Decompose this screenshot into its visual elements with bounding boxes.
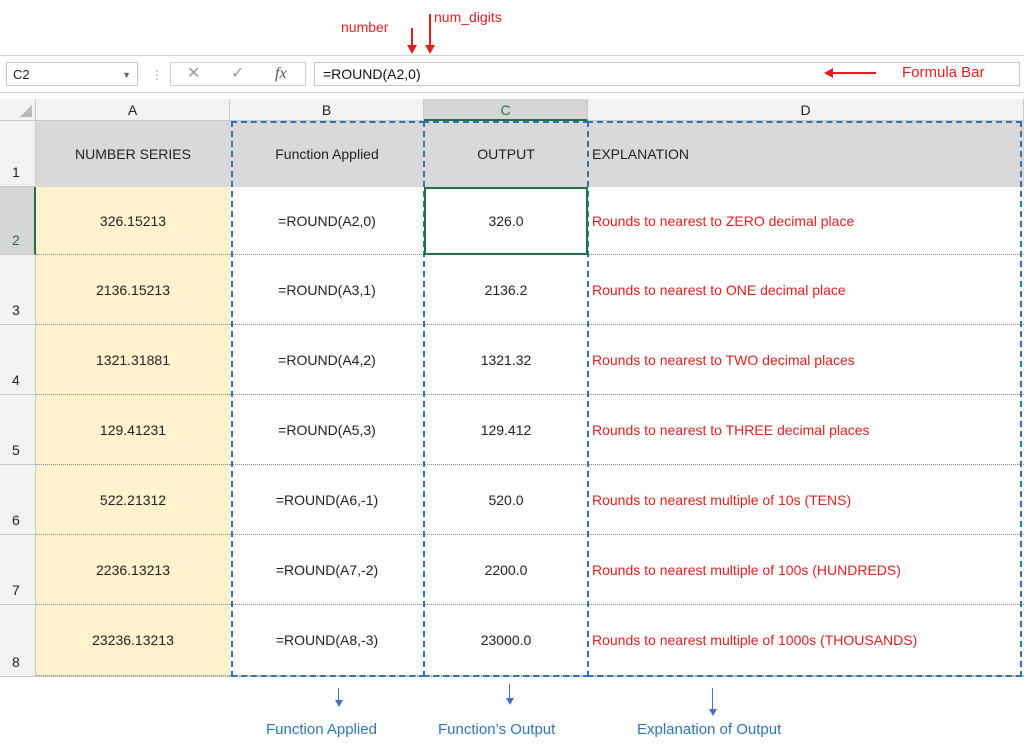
formula-bar-row: C2 ▼ ⋮ ✕ ✓ fx =ROUND(A2,0) Formula Bar bbox=[0, 55, 1024, 93]
function-applied-arrow-head bbox=[335, 700, 343, 707]
cell-d7[interactable]: Rounds to nearest multiple of 100s (HUND… bbox=[588, 535, 1024, 605]
num-digits-annotation: num_digits bbox=[434, 9, 502, 25]
cell-b7[interactable]: =ROUND(A7,-2) bbox=[230, 535, 424, 605]
cell-c6[interactable]: 520.0 bbox=[424, 465, 588, 535]
cell-c4[interactable]: 1321.32 bbox=[424, 325, 588, 395]
function-applied-annotation: Function Applied bbox=[266, 721, 377, 738]
header-function-applied[interactable]: Function Applied bbox=[230, 121, 424, 187]
functions-output-annotation: Function’s Output bbox=[438, 721, 556, 738]
cell-b5[interactable]: =ROUND(A5,3) bbox=[230, 395, 424, 465]
cell-a2[interactable]: 326.15213 bbox=[36, 187, 230, 255]
cell-a4[interactable]: 1321.31881 bbox=[36, 325, 230, 395]
cell-d6[interactable]: Rounds to nearest multiple of 10s (TENS) bbox=[588, 465, 1024, 535]
row-header-2[interactable]: 2 bbox=[0, 187, 36, 255]
header-explanation[interactable]: EXPLANATION bbox=[588, 121, 1024, 187]
formula-bar-buttons: ✕ ✓ fx bbox=[170, 62, 306, 86]
functions-output-arrow-line bbox=[509, 684, 510, 699]
enter-icon[interactable]: ✓ bbox=[231, 63, 244, 85]
cell-a6[interactable]: 522.21312 bbox=[36, 465, 230, 535]
row-header-7[interactable]: 7 bbox=[0, 535, 36, 605]
cell-b6[interactable]: =ROUND(A6,-1) bbox=[230, 465, 424, 535]
header-number-series[interactable]: NUMBER SERIES bbox=[36, 121, 230, 187]
name-box-dropdown-icon[interactable]: ▼ bbox=[122, 63, 131, 87]
cell-d4[interactable]: Rounds to nearest to TWO decimal places bbox=[588, 325, 1024, 395]
insert-function-icon[interactable]: fx bbox=[275, 63, 287, 85]
cell-a3[interactable]: 2136.15213 bbox=[36, 255, 230, 325]
explanation-of-output-annotation: Explanation of Output bbox=[637, 721, 782, 738]
number-arrow-head bbox=[407, 45, 417, 54]
cell-b3[interactable]: =ROUND(A3,1) bbox=[230, 255, 424, 325]
grid-bottom-border bbox=[36, 676, 1024, 677]
functions-output-arrow-head bbox=[506, 698, 514, 705]
name-box-value: C2 bbox=[13, 67, 30, 82]
number-arrow-line bbox=[411, 28, 413, 46]
cell-a8[interactable]: 23236.13213 bbox=[36, 605, 230, 676]
row-header-8[interactable]: 8 bbox=[0, 605, 36, 677]
row-header-5[interactable]: 5 bbox=[0, 395, 36, 465]
cell-c2[interactable]: 326.0 bbox=[424, 187, 588, 255]
row-header-1[interactable]: 1 bbox=[0, 121, 36, 187]
formula-bar-arrow-head bbox=[824, 68, 833, 78]
cell-c7[interactable]: 2200.0 bbox=[424, 535, 588, 605]
cell-a5[interactable]: 129.41231 bbox=[36, 395, 230, 465]
cell-c8[interactable]: 23000.0 bbox=[424, 605, 588, 676]
explanation-arrow-line bbox=[712, 688, 713, 710]
explanation-arrow-head bbox=[709, 709, 717, 716]
num-digits-arrow-head bbox=[425, 45, 435, 54]
cell-b8[interactable]: =ROUND(A8,-3) bbox=[230, 605, 424, 676]
number-annotation: number bbox=[341, 19, 389, 35]
cell-d3[interactable]: Rounds to nearest to ONE decimal place bbox=[588, 255, 1024, 325]
num-digits-arrow-line bbox=[429, 14, 431, 46]
cancel-icon[interactable]: ✕ bbox=[187, 63, 200, 85]
column-header-b[interactable]: B bbox=[230, 99, 424, 121]
cell-d5[interactable]: Rounds to nearest to THREE decimal place… bbox=[588, 395, 1024, 465]
name-box[interactable]: C2 ▼ bbox=[6, 62, 138, 86]
formula-bar-grip-icon: ⋮ bbox=[151, 68, 163, 82]
formula-bar-arrow-line bbox=[832, 72, 876, 74]
row-header-6[interactable]: 6 bbox=[0, 465, 36, 535]
cell-d8[interactable]: Rounds to nearest multiple of 1000s (THO… bbox=[588, 605, 1024, 676]
cell-d2[interactable]: Rounds to nearest to ZERO decimal place bbox=[588, 187, 1024, 255]
cell-c5[interactable]: 129.412 bbox=[424, 395, 588, 465]
header-output[interactable]: OUTPUT bbox=[424, 121, 588, 187]
column-header-d[interactable]: D bbox=[588, 99, 1024, 121]
select-all-icon bbox=[20, 105, 32, 117]
cell-b2[interactable]: =ROUND(A2,0) bbox=[230, 187, 424, 255]
row-header-4[interactable]: 4 bbox=[0, 325, 36, 395]
select-all-corner[interactable] bbox=[0, 99, 36, 121]
cell-c3[interactable]: 2136.2 bbox=[424, 255, 588, 325]
cell-a7[interactable]: 2236.13213 bbox=[36, 535, 230, 605]
cell-b4[interactable]: =ROUND(A4,2) bbox=[230, 325, 424, 395]
column-header-c[interactable]: C bbox=[424, 99, 588, 121]
column-header-a[interactable]: A bbox=[36, 99, 230, 121]
row-header-3[interactable]: 3 bbox=[0, 255, 36, 325]
formula-bar-annotation: Formula Bar bbox=[902, 64, 985, 81]
